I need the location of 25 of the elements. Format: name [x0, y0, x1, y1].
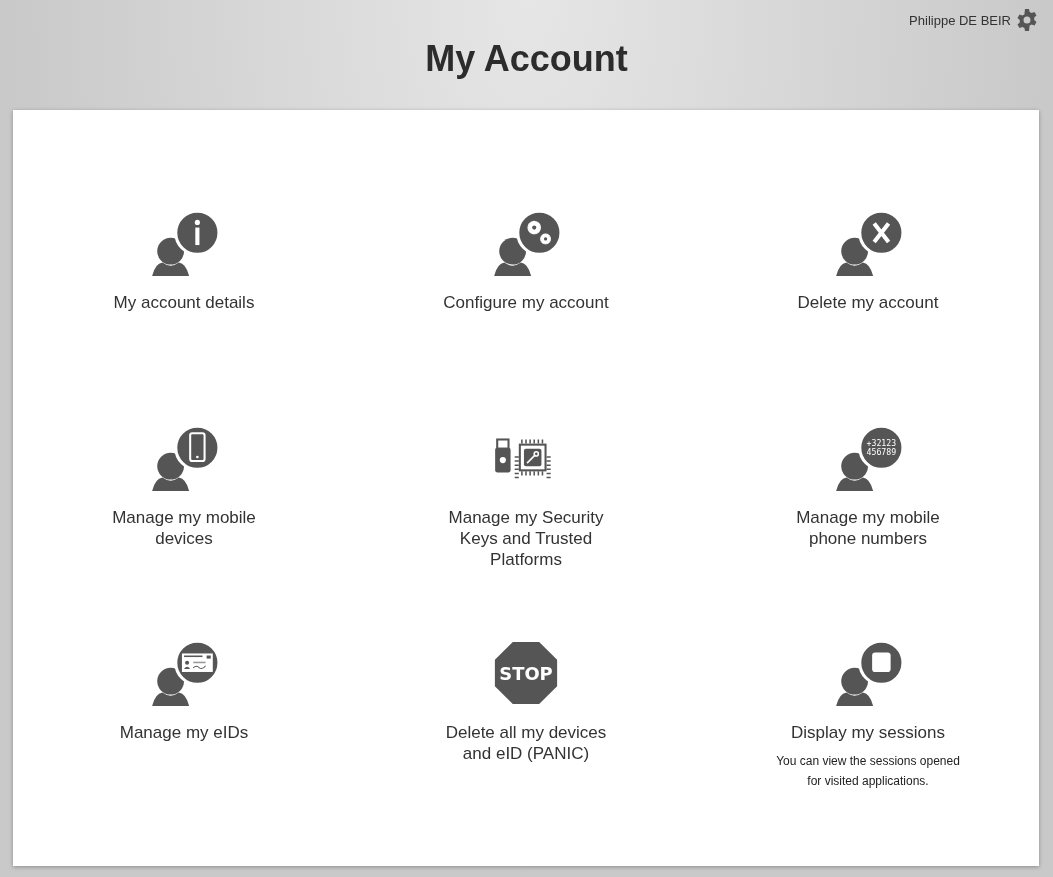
menu-link[interactable]: Display my sessions [791, 722, 945, 743]
person-square-icon [836, 640, 904, 706]
phone-number-text: 456789 [866, 446, 897, 457]
user-name: Philippe DE BEIR [909, 12, 1011, 28]
menu-link[interactable]: Delete my account [797, 292, 939, 313]
menu-link[interactable]: Configure my account [443, 292, 609, 313]
usb-key-icon [495, 438, 511, 473]
person-x-icon [836, 210, 904, 276]
chip-key-icon [513, 438, 552, 479]
menu-link[interactable]: Manage my mobile phone numbers [778, 507, 958, 549]
menu-link[interactable]: Manage my eIDs [119, 722, 249, 743]
person-bubble-icon [836, 425, 904, 491]
tile-description: You can view the sessions opened for visited applications. [775, 753, 961, 790]
settings-icon[interactable] [1015, 8, 1039, 32]
phone-number-text: +32123 [866, 437, 897, 448]
person-mobile-icon [152, 425, 220, 491]
person-info-icon [152, 210, 220, 276]
menu-link[interactable]: Manage my Security Keys and Trusted Platforms [436, 507, 616, 570]
page-title: My Account [424, 38, 629, 80]
stop-sign-text: STOP [499, 662, 553, 684]
person-id-card-icon [152, 640, 220, 706]
stop-sign-icon [494, 641, 558, 705]
menu-link[interactable]: Manage my mobile devices [94, 507, 274, 549]
menu-link[interactable]: My account details [113, 292, 255, 313]
menu-link[interactable]: Delete all my devices and eID (PANIC) [436, 722, 616, 764]
